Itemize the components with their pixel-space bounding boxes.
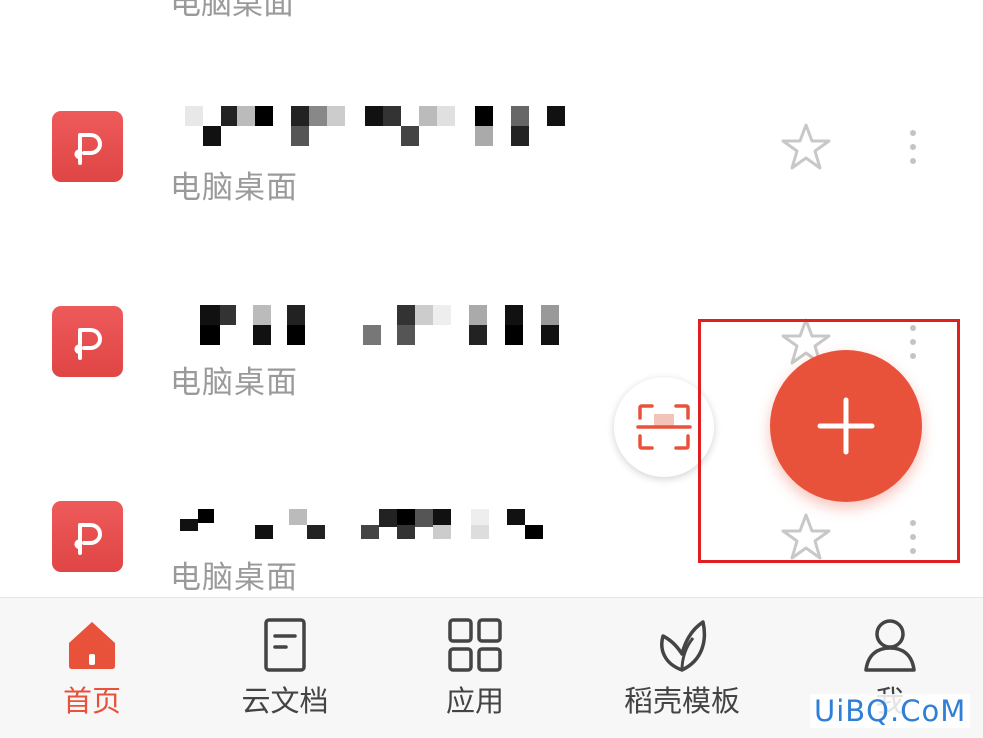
pdf-file-icon (52, 306, 123, 377)
user-icon (864, 619, 916, 672)
more-options-icon[interactable] (898, 122, 928, 172)
more-options-icon[interactable] (898, 317, 928, 367)
pdf-file-icon (52, 501, 123, 572)
leaf-icon (660, 620, 707, 672)
star-icon[interactable] (780, 122, 832, 172)
file-location: 电脑桌面 (170, 365, 298, 401)
document-icon (264, 618, 306, 672)
tab-label: 首页 (62, 684, 121, 718)
file-location: 电脑桌面 (170, 0, 294, 22)
add-button[interactable] (770, 350, 922, 502)
apps-grid-icon (448, 618, 502, 672)
site-watermark: UiBQ.CoM (810, 694, 971, 728)
file-row[interactable]: 电脑桌面 (0, 70, 983, 220)
file-name-redacted (200, 305, 559, 345)
file-location: 电脑桌面 (170, 560, 298, 596)
tab-docer-templates[interactable]: 稻壳模板 (612, 598, 752, 738)
more-options-icon[interactable] (898, 512, 928, 562)
tab-home[interactable]: 首页 (32, 598, 152, 738)
tab-cloud-docs[interactable]: 云文档 (222, 598, 348, 738)
scan-button[interactable] (614, 377, 714, 477)
file-name-redacted (185, 106, 565, 146)
scan-icon (636, 404, 692, 450)
pdf-file-icon (52, 111, 123, 182)
plus-icon (817, 397, 875, 455)
tab-label: 云文档 (241, 684, 329, 718)
file-location: 电脑桌面 (170, 170, 298, 206)
tab-label: 稻壳模板 (623, 684, 740, 718)
file-list: 电脑桌面 电脑桌面 电脑桌面 电脑桌面 (0, 0, 983, 597)
tab-label: 应用 (445, 684, 504, 718)
file-name-redacted (180, 509, 543, 539)
star-icon[interactable] (780, 512, 832, 562)
tab-apps[interactable]: 应用 (415, 598, 535, 738)
home-icon (69, 622, 115, 669)
